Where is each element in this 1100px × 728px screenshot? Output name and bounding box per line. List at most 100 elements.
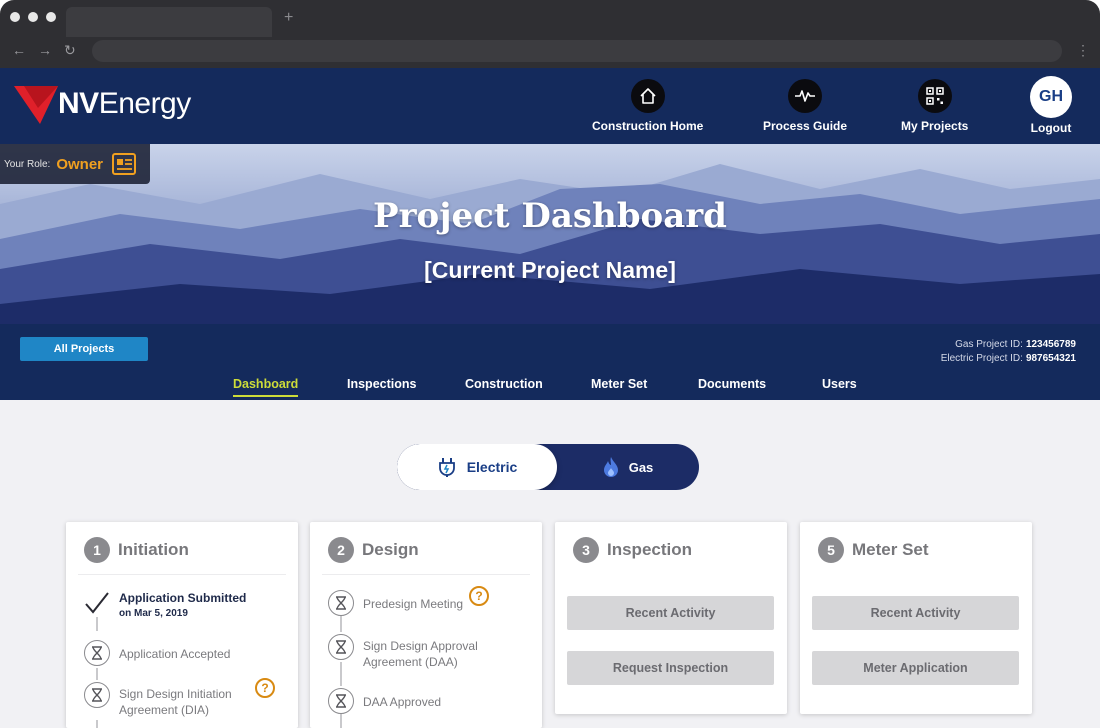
- pulse-icon: [788, 79, 823, 113]
- avatar[interactable]: GH: [1030, 76, 1072, 118]
- card-title: Meter Set: [852, 540, 929, 559]
- divider: [78, 574, 286, 575]
- forward-arrow-icon[interactable]: →: [38, 42, 52, 58]
- id-card-icon[interactable]: [111, 151, 137, 177]
- new-tab-icon[interactable]: +: [284, 9, 293, 27]
- browser-chrome: + ← → ↻ ⋮: [0, 0, 1100, 68]
- card-title: Initiation: [118, 540, 189, 559]
- minimize-window-dot[interactable]: [28, 12, 38, 22]
- browser-menu-icon[interactable]: ⋮: [1076, 42, 1090, 58]
- maximize-window-dot[interactable]: [46, 12, 56, 22]
- nav-my-projects[interactable]: My Projects: [901, 79, 968, 133]
- brand-name: NVEnergy: [58, 87, 191, 120]
- step-number-badge: 3: [573, 537, 599, 563]
- electric-toggle-option[interactable]: Electric: [397, 444, 557, 490]
- initiation-card: 1 Initiation Application Submitted on Ma…: [66, 522, 298, 728]
- tab-inspections[interactable]: Inspections: [347, 377, 416, 391]
- home-icon: [630, 79, 665, 113]
- step-connector: [96, 668, 98, 680]
- step-label: DAA Approved: [363, 695, 442, 709]
- step-label: Application Accepted: [119, 647, 231, 661]
- step-application-accepted: Application Accepted: [84, 640, 230, 666]
- reload-icon[interactable]: ↻: [64, 42, 76, 58]
- hourglass-icon: [328, 590, 354, 616]
- tab-construction[interactable]: Construction: [465, 377, 543, 391]
- step-number-badge: 1: [84, 537, 110, 563]
- step-predesign-meeting: Predesign Meeting ?: [328, 586, 490, 616]
- qr-code-icon: [917, 79, 952, 113]
- nav-construction-home[interactable]: Construction Home: [592, 79, 703, 133]
- step-sign-dia: Sign Design Initiation Agreement (DIA) ?: [84, 678, 275, 718]
- step-application-submitted: Application Submitted on Mar 5, 2019: [84, 590, 246, 622]
- step-connector: [340, 616, 342, 632]
- nav-construction-home-label: Construction Home: [592, 119, 704, 133]
- dashboard-content: Electric Gas 1 Initiation Application Su…: [0, 400, 1100, 728]
- browser-tab[interactable]: [66, 7, 272, 37]
- card-header: 5 Meter Set: [818, 537, 929, 563]
- step-connector: [340, 714, 342, 728]
- step-number-badge: 5: [818, 537, 844, 563]
- electric-label: Electric: [466, 459, 518, 475]
- card-header: 3 Inspection: [573, 537, 692, 563]
- gas-label: Gas: [628, 459, 654, 475]
- step-label: Predesign Meeting: [363, 597, 464, 611]
- step-daa-approved: DAA Approved: [328, 688, 441, 714]
- help-icon[interactable]: ?: [255, 678, 275, 698]
- window-controls: [10, 12, 56, 22]
- page-title: Project Dashboard: [373, 196, 727, 236]
- back-arrow-icon[interactable]: ←: [12, 42, 26, 58]
- role-label: Your Role:: [4, 158, 51, 170]
- user-menu[interactable]: GH Logout: [1030, 76, 1072, 135]
- nav-process-guide[interactable]: Process Guide: [763, 79, 847, 133]
- recent-activity-button[interactable]: Recent Activity: [567, 596, 774, 630]
- nav-process-guide-label: Process Guide: [763, 119, 848, 133]
- step-label: Sign Design Initiation Agreement (DIA): [119, 687, 232, 717]
- design-card: 2 Design Predesign Meeting ? Sign Design…: [310, 522, 542, 728]
- tab-dashboard[interactable]: Dashboard: [233, 377, 299, 397]
- step-date: on Mar 5, 2019: [119, 608, 188, 619]
- meter-set-card: 5 Meter Set Recent Activity Meter Applic…: [800, 522, 1032, 714]
- project-ids: Gas Project ID: 123456789 Electric Projec…: [941, 338, 1076, 366]
- project-tabs: Dashboard Inspections Construction Meter…: [0, 377, 1100, 400]
- gas-toggle-option[interactable]: Gas: [557, 444, 699, 490]
- plug-icon: [438, 458, 455, 477]
- hourglass-icon: [84, 682, 110, 708]
- card-header: 1 Initiation: [84, 537, 189, 563]
- step-number-badge: 2: [328, 537, 354, 563]
- role-badge: Your Role: Owner: [0, 144, 150, 184]
- flame-icon: [603, 457, 618, 477]
- logout-link[interactable]: Logout: [1031, 121, 1072, 135]
- inspection-card: 3 Inspection Recent Activity Request Ins…: [555, 522, 787, 714]
- card-title: Design: [362, 540, 419, 559]
- recent-activity-button[interactable]: Recent Activity: [812, 596, 1019, 630]
- hourglass-icon: [328, 634, 354, 660]
- site-header: NVEnergy Construction Home Process Guide: [0, 68, 1100, 144]
- checkmark-icon: [84, 590, 110, 616]
- meter-application-button[interactable]: Meter Application: [812, 651, 1019, 685]
- step-sign-daa: Sign Design Approval Agreement (DAA): [328, 634, 503, 670]
- close-window-dot[interactable]: [10, 12, 20, 22]
- tab-users[interactable]: Users: [822, 377, 857, 391]
- nv-energy-logo-icon: [14, 86, 58, 124]
- project-name: [Current Project Name]: [424, 257, 676, 283]
- request-inspection-button[interactable]: Request Inspection: [567, 651, 774, 685]
- hero-banner: Project Dashboard [Current Project Name]…: [0, 144, 1100, 324]
- step-label: Application Submitted on Mar 5, 2019: [119, 590, 246, 622]
- step-connector: [96, 720, 98, 728]
- brand-logo[interactable]: NVEnergy: [14, 82, 191, 126]
- all-projects-button[interactable]: All Projects: [20, 337, 148, 361]
- divider: [322, 574, 530, 575]
- electric-project-id: Electric Project ID: 987654321: [940, 353, 1076, 364]
- project-bar: All Projects Gas Project ID: 123456789 El…: [0, 324, 1100, 400]
- gas-project-id: Gas Project ID: 123456789: [955, 339, 1076, 350]
- help-icon[interactable]: ?: [469, 586, 490, 606]
- tab-meter-set[interactable]: Meter Set: [591, 377, 647, 391]
- nav-my-projects-label: My Projects: [901, 119, 969, 133]
- card-title: Inspection: [607, 540, 693, 559]
- utility-toggle: Electric Gas: [397, 444, 699, 490]
- role-value: Owner: [56, 155, 104, 173]
- address-bar[interactable]: [92, 40, 1062, 62]
- hourglass-icon: [328, 688, 354, 714]
- step-label: Sign Design Approval Agreement (DAA): [363, 639, 478, 669]
- tab-documents[interactable]: Documents: [698, 377, 766, 391]
